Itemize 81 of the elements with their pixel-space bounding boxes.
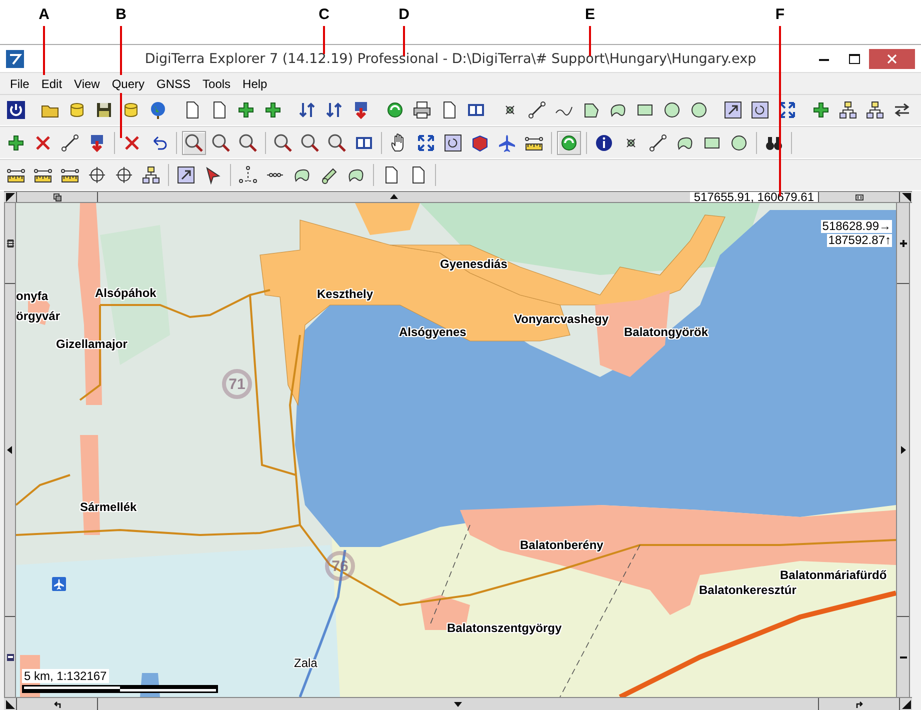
expand-icon xyxy=(416,132,436,153)
line-icon xyxy=(60,132,80,153)
callout-label: E xyxy=(584,6,596,23)
place-label: Balatonberény xyxy=(520,538,604,552)
callout-line xyxy=(403,26,405,56)
info-icon xyxy=(594,132,614,153)
corner-icon[interactable] xyxy=(902,192,910,202)
place-label: onyfa xyxy=(16,289,48,304)
corner-icon[interactable] xyxy=(902,700,910,709)
power-icon xyxy=(6,100,26,120)
crosshair-icon xyxy=(87,165,107,186)
place-label: Sármellék xyxy=(80,500,137,514)
chain-icon xyxy=(265,172,285,178)
circle-icon xyxy=(662,100,682,120)
window-title: DigiTerra Explorer 7 (14.12.19) Professional - D:\DigiTerra\# Support\Hungary\Hungary.exp xyxy=(144,50,758,67)
copy-icon[interactable] xyxy=(52,192,62,202)
circle-icon xyxy=(689,100,709,120)
corner-icon[interactable] xyxy=(6,192,14,202)
toolbar-button[interactable] xyxy=(182,130,206,155)
callout-label: B xyxy=(114,6,128,23)
undo-icon[interactable] xyxy=(52,700,62,709)
close-icon xyxy=(887,54,897,64)
hierarchy-icon xyxy=(865,100,885,120)
app-logo-icon xyxy=(6,50,24,68)
callout-label: C xyxy=(318,6,330,23)
plane-icon xyxy=(497,132,517,153)
zoom-icon xyxy=(211,132,231,153)
plus-icon[interactable] xyxy=(898,238,908,248)
place-label: Balatonmáriafürdő xyxy=(780,568,887,582)
plus-icon xyxy=(811,100,831,120)
place-label: Gyenesdiás xyxy=(440,257,508,272)
callout-line xyxy=(589,26,591,56)
printer-icon xyxy=(412,100,432,120)
coordinate-readout: 518628.99→ xyxy=(821,220,892,234)
place-label: Balatonkeresztúr xyxy=(699,583,796,598)
line-icon xyxy=(527,100,547,120)
callout-label: A xyxy=(38,6,50,23)
zoom-icon xyxy=(238,132,258,153)
zoom-icon xyxy=(327,132,347,153)
hierarchy-icon xyxy=(838,100,858,120)
zoom-icon xyxy=(184,132,204,153)
node-icon xyxy=(238,165,258,186)
close-button[interactable] xyxy=(869,48,915,69)
cursor-coordinates: 517655.91, 160679.61 xyxy=(690,192,818,202)
crosshair-icon xyxy=(114,165,134,186)
redo-icon[interactable] xyxy=(854,700,864,709)
refresh-icon xyxy=(559,132,579,153)
toolbar-button[interactable] xyxy=(557,130,581,155)
callout-label: F xyxy=(774,6,786,23)
rotate-icon xyxy=(750,100,770,120)
hierarchy-icon xyxy=(141,165,161,186)
scroll-arrow-icon[interactable] xyxy=(453,699,463,710)
refresh-icon xyxy=(385,100,405,120)
place-label: Balatongyörök xyxy=(624,325,708,340)
rotate-icon xyxy=(443,132,463,153)
coordinate-readout: 187592.87↑ xyxy=(827,234,892,248)
place-label: örgyvár xyxy=(16,309,60,324)
globe-icon xyxy=(148,100,168,120)
plus-icon xyxy=(236,100,256,120)
corner-icon[interactable] xyxy=(6,700,14,709)
callout-label: D xyxy=(398,6,410,23)
scroll-arrow-icon[interactable] xyxy=(898,445,908,456)
zoom-icon xyxy=(273,132,293,153)
place-label: Vonyarcvashegy xyxy=(514,312,608,326)
circle-icon xyxy=(729,132,749,153)
place-label: Balatonszentgyörgy xyxy=(447,621,562,636)
callout-line xyxy=(323,26,325,54)
scale-label: 5 km, 1:132167 xyxy=(22,669,109,684)
airport-icon xyxy=(52,577,66,592)
fit-icon[interactable] xyxy=(854,192,864,202)
line-icon xyxy=(648,132,668,153)
scroll-arrow-icon[interactable] xyxy=(5,445,15,456)
zoom-icon xyxy=(300,132,320,153)
road-number-label: 71 xyxy=(222,369,252,400)
place-label: Alsópáhok xyxy=(95,286,156,300)
plus-icon xyxy=(263,100,283,120)
maximize-icon xyxy=(848,54,860,64)
plus-icon xyxy=(6,132,26,153)
river-label: Zala xyxy=(294,656,318,670)
layers-icon[interactable] xyxy=(6,238,14,248)
place-label: Keszthely xyxy=(317,287,374,302)
